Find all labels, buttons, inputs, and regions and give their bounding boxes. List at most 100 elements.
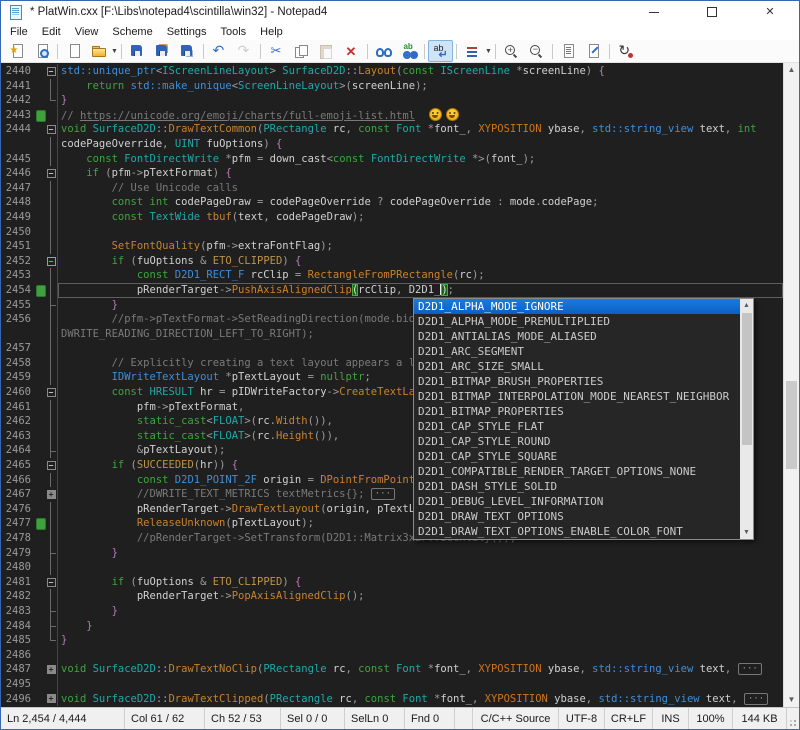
line-number[interactable]: 2456 (1, 312, 35, 327)
status-line[interactable]: Ln 2,454 / 4,444 (1, 708, 125, 729)
line-number[interactable]: 2485 (1, 633, 35, 648)
autocomplete-item[interactable]: D2D1_ALPHA_MODE_IGNORE (414, 299, 740, 314)
save-button[interactable] (125, 40, 150, 62)
fold-margin[interactable]: − (45, 575, 58, 590)
bookmark-margin[interactable] (35, 662, 45, 677)
line-number[interactable]: 2464 (1, 443, 35, 458)
line-number[interactable]: 2455 (1, 298, 35, 313)
line-number[interactable]: 2481 (1, 575, 35, 590)
fold-margin[interactable]: − (45, 254, 58, 269)
line-number[interactable]: 2462 (1, 414, 35, 429)
line-number[interactable]: 2444 (1, 122, 35, 137)
autocomplete-scroll-up-icon[interactable]: ▲ (740, 299, 753, 312)
line-number[interactable]: 2496 (1, 692, 35, 707)
bookmark-margin[interactable] (35, 458, 45, 473)
reload-button[interactable] (613, 40, 638, 62)
bookmark-margin[interactable] (35, 531, 45, 546)
line-number[interactable]: 2467 (1, 487, 35, 502)
line-number[interactable]: 2448 (1, 195, 35, 210)
minimize-button[interactable] (625, 1, 683, 23)
code-line[interactable]: 2485} (1, 633, 783, 648)
line-number[interactable]: 2447 (1, 181, 35, 196)
line-number[interactable] (1, 327, 35, 342)
bookmark-margin[interactable] (35, 619, 45, 634)
code-line[interactable]: 2479 } (1, 546, 783, 561)
zoom-out-button[interactable] (524, 40, 549, 62)
fold-margin[interactable]: − (45, 166, 58, 181)
line-number[interactable]: 2482 (1, 589, 35, 604)
fold-margin[interactable] (45, 195, 58, 210)
code-line[interactable]: 2496+void SurfaceD2D::DrawTextClipped(PR… (1, 692, 783, 707)
autocomplete-item[interactable]: D2D1_ARC_SIZE_SMALL (414, 359, 740, 374)
fold-margin[interactable] (45, 137, 58, 152)
bookmark-margin[interactable] (35, 312, 45, 327)
fold-margin[interactable] (45, 502, 58, 517)
bookmark-margin[interactable] (35, 137, 45, 152)
copy-button[interactable] (289, 40, 314, 62)
cut-button[interactable] (264, 40, 289, 62)
fold-margin[interactable] (45, 516, 58, 531)
line-number[interactable]: 2445 (1, 152, 35, 167)
undo-button[interactable] (207, 40, 232, 62)
line-number[interactable]: 2450 (1, 225, 35, 240)
word-wrap-button[interactable] (428, 40, 453, 62)
favorites-button[interactable] (4, 40, 29, 62)
line-number[interactable]: 2451 (1, 239, 35, 254)
line-number[interactable]: 2486 (1, 648, 35, 663)
bookmark-margin[interactable] (35, 575, 45, 590)
autocomplete-scroll-thumb[interactable] (742, 313, 752, 445)
fold-margin[interactable] (45, 531, 58, 546)
fold-expand-icon[interactable]: + (47, 665, 56, 674)
line-number[interactable]: 2465 (1, 458, 35, 473)
bookmark-margin[interactable] (35, 414, 45, 429)
autocomplete-item[interactable]: D2D1_ARC_SEGMENT (414, 344, 740, 359)
line-number[interactable]: 2477 (1, 516, 35, 531)
fold-expand-icon[interactable]: + (47, 694, 56, 703)
code-line[interactable]: 2451 SetFontQuality(pfm->extraFontFlag); (1, 239, 783, 254)
fold-collapse-icon[interactable]: − (47, 461, 56, 470)
bookmark-margin[interactable] (35, 648, 45, 663)
menu-item-view[interactable]: View (68, 25, 106, 39)
fold-margin[interactable]: − (45, 385, 58, 400)
status-overtype[interactable]: INS (653, 708, 689, 729)
view-document-button[interactable] (556, 40, 581, 62)
fold-margin[interactable]: + (45, 692, 58, 707)
bookmark-margin[interactable] (35, 692, 45, 707)
bookmark-margin[interactable] (35, 298, 45, 313)
fold-collapse-icon[interactable]: − (47, 257, 56, 266)
autocomplete-item[interactable]: D2D1_DRAW_TEXT_OPTIONS_ENABLE_COLOR_FONT (414, 524, 740, 539)
bookmark-margin[interactable] (35, 152, 45, 167)
vertical-scrollbar[interactable]: ▲ ▼ (783, 63, 799, 707)
line-number[interactable]: 2476 (1, 502, 35, 517)
bookmark-margin[interactable] (35, 473, 45, 488)
fold-margin[interactable] (45, 429, 58, 444)
code-line[interactable]: 2454 pRenderTarget->PushAxisAlignedClip(… (1, 283, 783, 298)
fold-margin[interactable] (45, 327, 58, 342)
fold-margin[interactable] (45, 473, 58, 488)
bookmark-margin[interactable] (35, 64, 45, 79)
code-line[interactable]: 2452− if (fuOptions & ETO_CLIPPED) { (1, 254, 783, 269)
status-selected-lines[interactable]: SelLn 0 (345, 708, 405, 729)
fold-margin[interactable] (45, 181, 58, 196)
fold-margin[interactable] (45, 443, 58, 458)
line-number[interactable]: 2449 (1, 210, 35, 225)
status-column[interactable]: Col 61 / 62 (125, 708, 205, 729)
code-line[interactable]: 2444−void SurfaceD2D::DrawTextCommon(PRe… (1, 122, 783, 137)
status-file-size[interactable]: 144 KB (733, 708, 787, 729)
fold-expand-icon[interactable]: + (47, 490, 56, 499)
autocomplete-item[interactable]: D2D1_BITMAP_PROPERTIES (414, 404, 740, 419)
bookmark-margin[interactable] (35, 502, 45, 517)
line-number[interactable]: 2480 (1, 560, 35, 575)
bookmark-margin[interactable] (35, 122, 45, 137)
code-line[interactable]: 2441 return std::make_unique<ScreenLineL… (1, 79, 783, 94)
fold-margin[interactable]: − (45, 64, 58, 79)
code-line[interactable]: 2486 (1, 648, 783, 663)
new-file-button[interactable] (61, 40, 86, 62)
status-character[interactable]: Ch 52 / 53 (205, 708, 281, 729)
bookmark-margin[interactable] (35, 195, 45, 210)
code-line[interactable]: 2450 (1, 225, 783, 240)
fold-margin[interactable] (45, 341, 58, 356)
scroll-up-arrow-icon[interactable]: ▲ (784, 63, 799, 77)
fold-margin[interactable]: + (45, 662, 58, 677)
code-line[interactable]: 2480 (1, 560, 783, 575)
